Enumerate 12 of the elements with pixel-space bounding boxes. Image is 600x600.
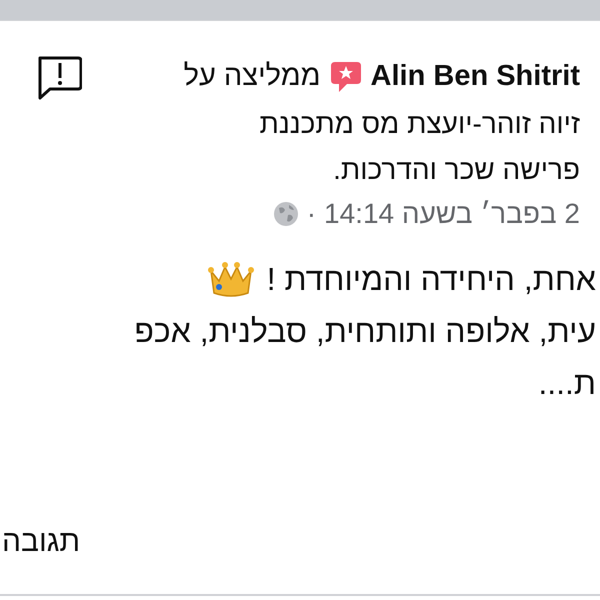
- post-text: ת....: [538, 364, 596, 402]
- recommendation-text: ממליצה על: [184, 59, 321, 94]
- page-name[interactable]: זיוה זוהר-יועצת מס מתכננת פרישה שכר והדרכות.: [180, 100, 580, 192]
- post-text: עית, אלופה ותותחית, סבלנית, אכפ: [134, 312, 596, 350]
- recommendation-icon: [328, 60, 363, 94]
- globe-icon: [272, 200, 299, 226]
- author-name[interactable]: Alin Ben Shitrit: [370, 55, 580, 98]
- post-text: אחת, היחידה והמיוחדת !: [266, 260, 596, 298]
- separator: ·: [306, 196, 316, 230]
- timestamp: 2 בפבר׳ בשעה 14:14: [324, 196, 580, 230]
- report-icon[interactable]: [36, 55, 82, 101]
- reply-button[interactable]: תגובה: [2, 519, 80, 564]
